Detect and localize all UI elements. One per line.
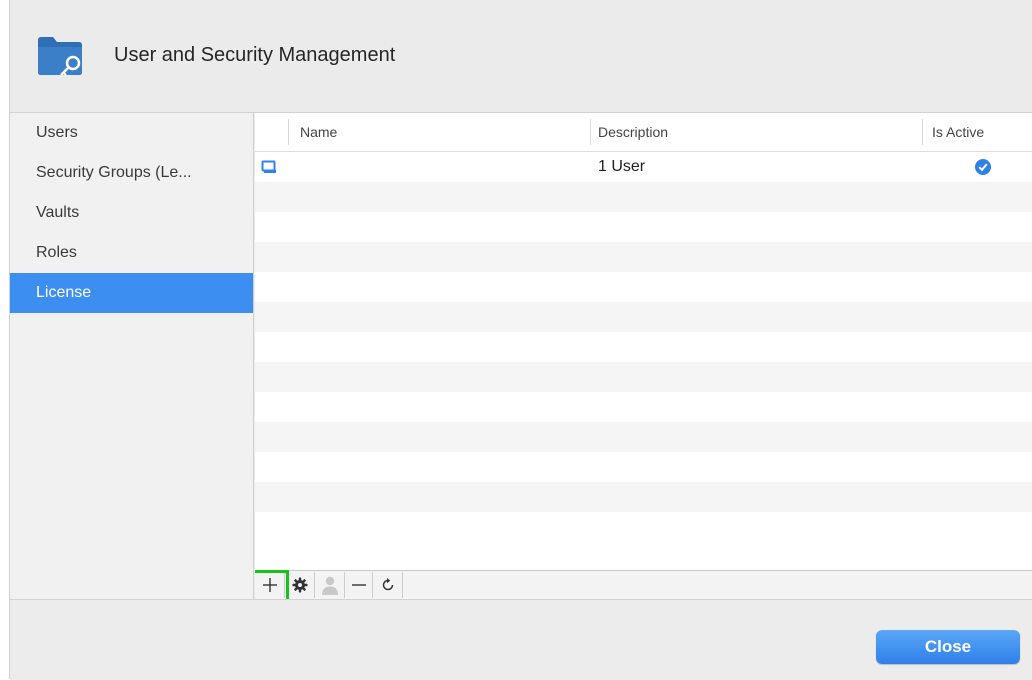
sidebar-item-users[interactable]: Users: [10, 113, 253, 153]
column-separator[interactable]: [590, 119, 591, 145]
table-header: Name Description Is Active: [255, 113, 1032, 152]
table-toolbar: [255, 570, 1032, 599]
user-icon: [321, 576, 338, 595]
gear-icon: [292, 577, 307, 593]
table-row: [255, 302, 1032, 332]
table-row: [255, 452, 1032, 482]
close-button[interactable]: Close: [876, 630, 1020, 664]
refresh-icon: [382, 578, 393, 591]
sidebar-item-license[interactable]: License: [10, 273, 253, 313]
column-header-description[interactable]: Description: [598, 113, 668, 151]
add-button[interactable]: [255, 570, 289, 599]
settings-button[interactable]: [285, 572, 315, 598]
active-check-icon: [975, 152, 991, 182]
table-row: [255, 482, 1032, 512]
table-body: 1 User: [255, 152, 1032, 570]
table-row: [255, 212, 1032, 242]
table-row[interactable]: 1 User: [255, 152, 1032, 182]
table-row: [255, 512, 1032, 542]
user-security-dialog: User and Security Management Users Secur…: [9, 0, 1032, 680]
sidebar-item-vaults[interactable]: Vaults: [10, 193, 253, 233]
table-row: [255, 422, 1032, 452]
dialog-header: User and Security Management: [10, 0, 1032, 113]
refresh-button[interactable]: [373, 572, 403, 598]
dialog-title: User and Security Management: [114, 44, 396, 66]
table-row: [255, 392, 1032, 422]
minus-icon: [351, 584, 366, 586]
column-separator[interactable]: [922, 119, 923, 145]
table-row: [255, 242, 1032, 272]
folder-key-icon: [38, 37, 82, 76]
table-row: [255, 182, 1032, 212]
column-header-is-active[interactable]: Is Active: [932, 113, 984, 151]
sidebar-item-security-groups[interactable]: Security Groups (Le...: [10, 153, 253, 193]
plus-icon: [262, 578, 277, 592]
sidebar-item-roles[interactable]: Roles: [10, 233, 253, 273]
table-row: [255, 332, 1032, 362]
row-description: 1 User: [598, 158, 646, 175]
remove-button[interactable]: [345, 572, 373, 598]
column-header-name[interactable]: Name: [300, 113, 337, 151]
column-separator[interactable]: [288, 119, 289, 145]
assign-user-button[interactable]: [315, 572, 345, 598]
license-row-icon: [261, 152, 277, 182]
dialog-footer: Close: [10, 599, 1032, 680]
table-row: [255, 272, 1032, 302]
license-table-panel: Name Description Is Active 1 User: [255, 113, 1032, 599]
sidebar: Users Security Groups (Le... Vaults Role…: [10, 113, 254, 599]
table-row: [255, 362, 1032, 392]
